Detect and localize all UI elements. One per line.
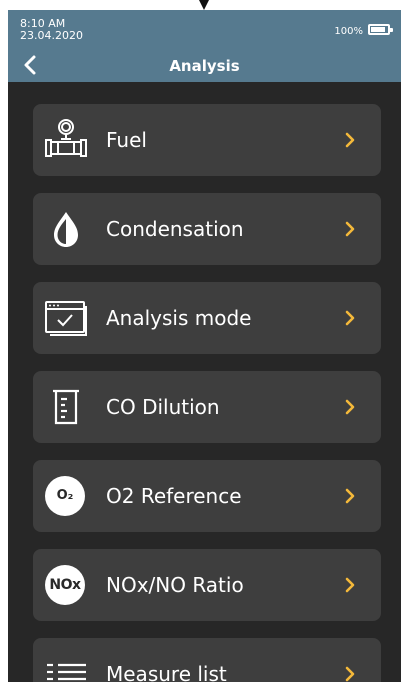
menu-item-label: Condensation [106,217,244,241]
chevron-right-icon [345,488,355,504]
top-indicator-arrow [199,0,209,10]
screen-check-icon [45,301,87,336]
chevron-right-icon [345,132,355,148]
nox-badge-icon: NOx [45,565,85,605]
menu-item-co-dilution[interactable]: CO Dilution [33,371,381,443]
menu-item-condensation[interactable]: Condensation [33,193,381,265]
menu-item-label: Fuel [106,128,147,152]
chevron-right-icon [345,577,355,593]
list-icon [47,663,86,681]
battery-percent: 100% [334,26,363,37]
status-date: 23.04.2020 [20,29,83,42]
chevron-right-icon [345,399,355,415]
menu-item-analysis-mode[interactable]: Analysis mode [33,282,381,354]
chevron-right-icon [345,310,355,326]
battery-fill [371,27,385,32]
chevron-right-icon [345,221,355,237]
droplet-icon [54,212,78,247]
menu-item-measure-list[interactable]: Measure list [33,638,381,682]
menu-item-fuel[interactable]: Fuel [33,104,381,176]
fuel-meter-icon [45,119,87,157]
menu-item-nox-no-ratio[interactable]: NOx NOx/NO Ratio [33,549,381,621]
header-bar: 8:10 AM 23.04.2020 100% Analysis [8,10,401,82]
chevron-right-icon [345,666,355,682]
menu-item-label: NOx/NO Ratio [106,573,244,597]
menu-item-label: Analysis mode [106,306,252,330]
page-title: Analysis [169,57,240,75]
beaker-icon [53,389,79,425]
menu-item-o2-reference[interactable]: O₂ O2 Reference [33,460,381,532]
device-screen: 8:10 AM 23.04.2020 100% Analysis Fuel Co… [8,10,401,682]
o2-badge-icon: O₂ [45,476,85,516]
battery-icon [368,24,393,35]
menu-item-label: O2 Reference [106,484,242,508]
menu-item-label: CO Dilution [106,395,220,419]
menu-item-label: Measure list [106,662,227,682]
